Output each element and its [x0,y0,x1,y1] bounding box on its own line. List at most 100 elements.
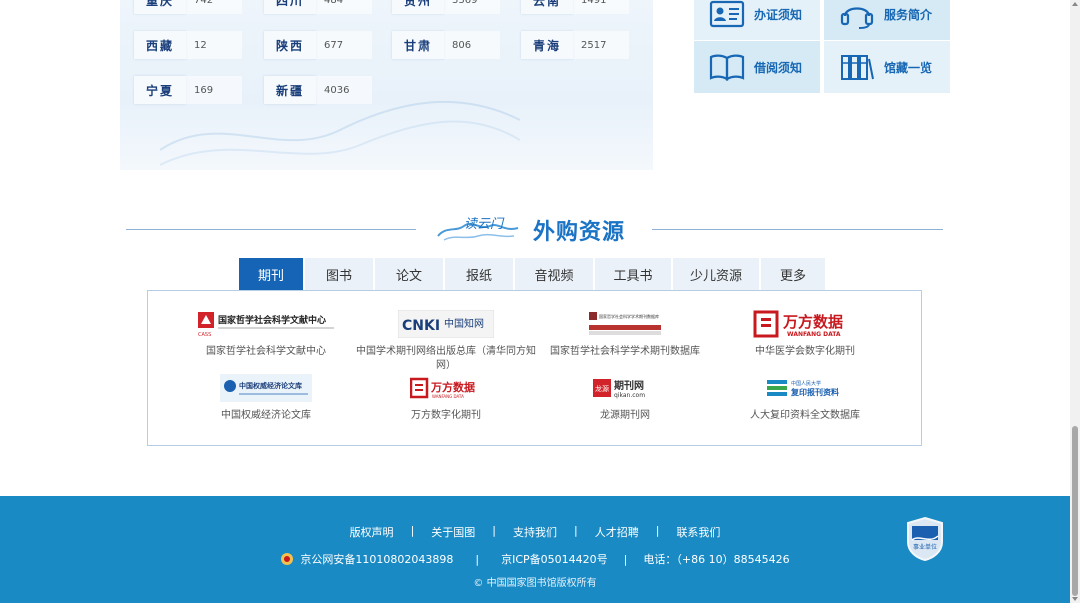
footer-link-contact[interactable]: 联系我们 [676,524,720,540]
resource-name: 龙源期刊网 [600,410,650,421]
province-name: 青海 [521,31,573,59]
province-count: 12 [186,31,242,59]
province-name: 新疆 [264,76,316,104]
svg-text:CNKI: CNKI [402,318,440,334]
province-name: 西藏 [134,31,186,59]
province-count: 677 [316,31,372,59]
svg-text:CASS: CASS [198,332,211,338]
footer-link-jobs[interactable]: 人才招聘 [595,524,639,540]
footer-link-support[interactable]: 支持我们 [513,524,557,540]
tab-newspapers[interactable]: 报纸 [445,258,513,290]
service-label: 馆藏一览 [884,60,933,75]
svg-text:中国权威经济论文库: 中国权威经济论文库 [239,381,302,390]
svg-text:国家哲学社会科学文献中心: 国家哲学社会科学文献中心 [218,314,326,326]
resource-item[interactable]: 龙源 期刊网 qikan.com 龙源期刊网 [535,373,715,423]
svg-text:读云门: 读云门 [464,217,505,232]
province-name: 云南 [521,0,573,14]
resource-name: 中国学术期刊网络出版总库（清华同方知网） [356,346,536,371]
tab-theses[interactable]: 论文 [375,258,443,290]
svg-text:复印报刊资料: 复印报刊资料 [790,387,839,397]
icp-record[interactable]: 京ICP备05014420号 [501,551,608,567]
footer-copyright: © 中国国家图书馆版权所有 [473,578,597,589]
svg-text:万方数据: 万方数据 [782,313,843,331]
province-item[interactable]: 宁夏 169 [134,76,242,104]
service-card-borrow[interactable]: 借阅须知 [694,41,820,93]
province-count: 4036 [316,76,372,104]
scroll-down-arrow-icon[interactable] [1072,597,1078,601]
tab-children[interactable]: 少儿资源 [673,258,759,290]
service-card-collection[interactable]: 馆藏一览 [824,41,950,93]
resource-name: 中华医学会数字化期刊 [755,346,855,357]
province-name: 重庆 [134,0,186,14]
province-item[interactable]: 四川 484 [264,0,372,14]
resource-name: 国家哲学社会科学文献中心 [206,346,326,357]
resource-name: 国家哲学社会科学学术期刊数据库 [550,346,700,357]
province-count: 806 [444,31,500,59]
section-divider-left [126,229,416,230]
footer-link-copyright[interactable]: 版权声明 [350,524,394,540]
cloud-calligraphy-logo: 读云门 [437,217,519,241]
svg-text:事业单位: 事业单位 [913,543,937,551]
service-card-apply[interactable]: 办证须知 [694,0,820,40]
province-name: 四川 [264,0,316,14]
province-name: 宁夏 [134,76,186,104]
province-item[interactable]: 云南 1491 [521,0,629,14]
resource-name: 万方数字化期刊 [411,410,481,421]
headset-icon [840,7,874,29]
footer-link-about[interactable]: 关于国图 [431,524,475,540]
institution-badge-icon[interactable]: 事业单位 [905,516,945,562]
province-count: 742 [186,0,242,14]
svg-text:WANFANG DATA: WANFANG DATA [787,331,841,338]
tab-books[interactable]: 图书 [305,258,373,290]
svg-text:期刊网: 期刊网 [614,379,644,392]
resource-list: CASS 国家哲学社会科学文献中心 国家哲学社会科学文献中心 CNKI 中国知网… [147,290,922,446]
province-item[interactable]: 陕西 677 [264,31,372,59]
service-card-intro[interactable]: 服务简介 [824,0,950,40]
province-count: 2517 [573,31,629,59]
province-item[interactable]: 甘肃 806 [392,31,500,59]
qikan-logo: 龙源 期刊网 qikan.com [535,373,715,403]
footer-separator: | [492,524,496,537]
police-badge-icon [281,553,294,565]
tab-more[interactable]: 更多 [761,258,825,290]
tab-reference-books[interactable]: 工具书 [595,258,671,290]
province-item[interactable]: 青海 2517 [521,31,629,59]
resource-item[interactable]: 中国权威经济论文库 中国权威经济论文库 [176,373,356,423]
ruc-reprint-logo: 中国人民大学 复印报刊资料 [715,373,895,403]
vertical-scrollbar[interactable] [1070,0,1080,603]
resource-item[interactable]: 万方数据 WANFANG DATA 万方数字化期刊 [356,373,536,423]
province-count: 3369 [444,0,500,14]
wanfang-logo: 万方数据 WANFANG DATA [356,373,536,403]
resource-item[interactable]: 万方数据 WANFANG DATA 中华医学会数字化期刊 [715,309,895,359]
tab-journals[interactable]: 期刊 [239,258,303,290]
resource-tabs: 期刊 图书 论文 报纸 音视频 工具书 少儿资源 更多 [239,258,827,290]
section-title: 外购资源 [533,220,626,245]
resource-item[interactable]: CASS 国家哲学社会科学文献中心 国家哲学社会科学文献中心 [176,309,356,359]
economic-papers-logo: 中国权威经济论文库 [176,373,356,403]
nssd-logo: 国家哲学社会科学学术期刊数据库 [535,309,715,339]
service-label: 服务简介 [884,7,933,22]
svg-text:中国知网: 中国知网 [444,317,484,330]
police-record[interactable]: 京公网安备11010802043898 [300,551,453,567]
resource-item[interactable]: 国家哲学社会科学学术期刊数据库 国家哲学社会科学学术期刊数据库 [535,309,715,359]
province-item[interactable]: 新疆 4036 [264,76,372,104]
resource-name: 中国权威经济论文库 [221,410,311,421]
cnki-logo: CNKI 中国知网 [356,309,536,339]
service-label: 借阅须知 [754,60,803,75]
province-item[interactable]: 西藏 12 [134,31,242,59]
tab-audio-video[interactable]: 音视频 [515,258,593,290]
scrollbar-thumb[interactable] [1072,426,1078,596]
footer-separator: | [655,524,660,537]
resource-item[interactable]: 中国人民大学 复印报刊资料 人大复印资料全文数据库 [715,373,895,423]
service-label: 办证须知 [754,7,803,22]
resource-item[interactable]: CNKI 中国知网 中国学术期刊网络出版总库（清华同方知网） [356,309,536,373]
province-item[interactable]: 重庆 742 [134,0,242,14]
svg-text:qikan.com: qikan.com [614,392,645,399]
province-name: 陕西 [264,31,316,59]
section-divider-right [652,229,943,230]
scroll-up-arrow-icon[interactable] [1072,2,1078,6]
cass-logo: CASS 国家哲学社会科学文献中心 [176,309,356,339]
resource-name: 人大复印资料全文数据库 [750,410,860,421]
province-item[interactable]: 贵州 3369 [392,0,500,14]
province-count: 1491 [573,0,629,14]
